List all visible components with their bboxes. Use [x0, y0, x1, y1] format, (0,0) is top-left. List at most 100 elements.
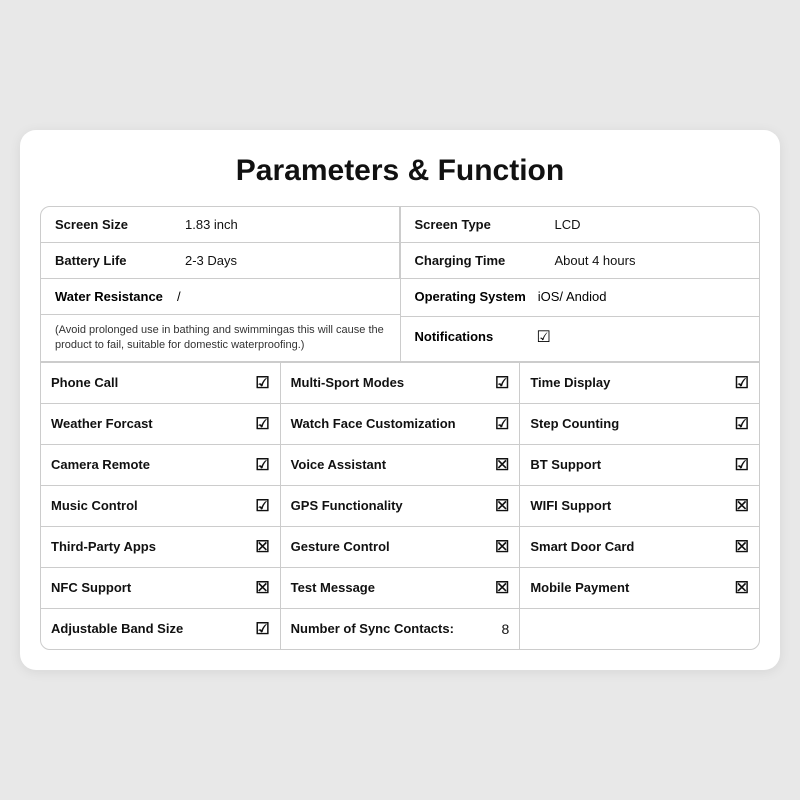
feat-check-5-1: ☒: [495, 578, 509, 598]
feat-check-3-0: ☑: [255, 496, 269, 516]
feature-cell-6-0: Adjustable Band Size ☑: [41, 609, 281, 649]
feature-cell-5-0: NFC Support ☒: [41, 568, 281, 608]
os-label: Operating System: [415, 289, 526, 306]
feature-cell-1-2: Step Counting ☑: [520, 404, 759, 444]
feat-check-4-1: ☒: [495, 537, 509, 557]
water-resistance-row: Water Resistance /: [41, 279, 400, 315]
feat-label-0-2: Time Display: [530, 375, 726, 392]
water-resistance-label: Water Resistance: [55, 289, 165, 304]
feat-check-4-2: ☒: [735, 537, 749, 557]
feat-check-5-0: ☒: [255, 578, 269, 598]
feature-cell-0-0: Phone Call ☑: [41, 363, 281, 403]
feat-check-5-2: ☒: [735, 578, 749, 598]
feat-label-0-0: Phone Call: [51, 375, 247, 392]
feat-label-2-0: Camera Remote: [51, 457, 247, 474]
feature-cell-3-0: Music Control ☑: [41, 486, 281, 526]
spec-section: Screen Size 1.83 inch Screen Type LCD Ba…: [41, 207, 759, 364]
feature-row-3: Music Control☑GPS Functionality☒WIFI Sup…: [41, 486, 759, 527]
notifications-row: Notifications ☑: [401, 317, 760, 357]
feature-cell-1-1: Watch Face Customization ☑: [281, 404, 521, 444]
screen-type-label: Screen Type: [401, 207, 541, 242]
params-table: Screen Size 1.83 inch Screen Type LCD Ba…: [40, 206, 760, 651]
screen-size-label: Screen Size: [41, 207, 171, 242]
feature-cell-5-2: Mobile Payment ☒: [520, 568, 759, 608]
right-half-1: Screen Type LCD: [401, 207, 760, 242]
right-half-2: Charging Time About 4 hours: [401, 243, 760, 278]
feat-check-2-1: ☒: [495, 455, 509, 475]
spec-row-3: Water Resistance / (Avoid prolonged use …: [41, 279, 759, 363]
left-half-2: Battery Life 2-3 Days: [41, 243, 401, 278]
feat-label-0-1: Multi-Sport Modes: [291, 375, 487, 392]
screen-type-value: LCD: [541, 207, 760, 242]
feat-check-1-1: ☑: [495, 414, 509, 434]
feat-label-5-1: Test Message: [291, 580, 487, 597]
feat-label-1-1: Watch Face Customization: [291, 416, 487, 433]
feature-row-0: Phone Call☑Multi-Sport Modes☑Time Displa…: [41, 363, 759, 404]
water-resistance-value: /: [177, 289, 181, 304]
feat-label-3-2: WIFI Support: [530, 498, 726, 515]
spec-row-2: Battery Life 2-3 Days Charging Time Abou…: [41, 243, 759, 279]
feat-check-4-0: ☒: [255, 537, 269, 557]
feature-row-5: NFC Support ☒ Test Message ☒ Mobile Payment ☒: [41, 568, 759, 609]
screen-size-value: 1.83 inch: [171, 207, 400, 242]
feature-cell-6-1: Number of Sync Contacts: 8: [281, 609, 521, 649]
feat-check-2-0: ☑: [255, 455, 269, 475]
notifications-check: ☑: [537, 327, 551, 347]
feat-check-1-2: ☑: [735, 414, 749, 434]
feature-cell-3-2: WIFI Support ☒: [520, 486, 759, 526]
feature-cell-4-2: Smart Door Card ☒: [520, 527, 759, 567]
feature-cell-4-0: Third-Party Apps ☒: [41, 527, 281, 567]
feat-label-6-0: Adjustable Band Size: [51, 621, 247, 638]
feat-label-1-2: Step Counting: [530, 416, 726, 433]
feature-cell-6-2: [520, 609, 759, 649]
feature-row-6: Adjustable Band Size ☑ Number of Sync Cont…: [41, 609, 759, 649]
main-card: Parameters & Function Screen Size 1.83 i…: [20, 130, 780, 671]
battery-life-label: Battery Life: [41, 243, 171, 278]
feat-label-4-2: Smart Door Card: [530, 539, 726, 556]
feature-cell-0-2: Time Display ☑: [520, 363, 759, 403]
feature-cell-4-1: Gesture Control ☒: [281, 527, 521, 567]
battery-life-value: 2-3 Days: [171, 243, 400, 278]
feature-row-4: Third-Party Apps☒Gesture Control☒Smart D…: [41, 527, 759, 568]
os-row: Operating System iOS/ Andiod: [401, 279, 760, 317]
feature-cell-2-0: Camera Remote ☑: [41, 445, 281, 485]
feat-label-4-0: Third-Party Apps: [51, 539, 247, 556]
feat-label-5-2: Mobile Payment: [530, 580, 726, 597]
feat-label-2-2: BT Support: [530, 457, 726, 474]
page-title: Parameters & Function: [40, 154, 760, 188]
feature-section: Phone Call☑Multi-Sport Modes☑Time Displa…: [41, 363, 759, 649]
feat-check-2-2: ☑: [735, 455, 749, 475]
feat-check-3-1: ☒: [495, 496, 509, 516]
feature-cell-3-1: GPS Functionality ☒: [281, 486, 521, 526]
feat-label-3-1: GPS Functionality: [291, 498, 487, 515]
feat-check-6-0: ☑: [255, 619, 269, 639]
feat-check-0-0: ☑: [255, 373, 269, 393]
feature-row-2: Camera Remote ☑ Voice Assistant ☒ BT Support…: [41, 445, 759, 486]
charging-time-value: About 4 hours: [541, 243, 760, 278]
feat-label-1-0: Weather Forcast: [51, 416, 247, 433]
feature-cell-1-0: Weather Forcast ☑: [41, 404, 281, 444]
spec-row-1: Screen Size 1.83 inch Screen Type LCD: [41, 207, 759, 243]
feature-cell-2-2: BT Support ☑: [520, 445, 759, 485]
feat-label-5-0: NFC Support: [51, 580, 247, 597]
left-half-1: Screen Size 1.83 inch: [41, 207, 401, 242]
feat-check-3-2: ☒: [735, 496, 749, 516]
feat-label-6-1: Number of Sync Contacts:: [291, 621, 494, 638]
feature-cell-5-1: Test Message ☒: [281, 568, 521, 608]
feat-label-2-1: Voice Assistant: [291, 457, 487, 474]
right-tall-3: Operating System iOS/ Andiod Notificatio…: [401, 279, 760, 362]
os-value: iOS/ Andiod: [538, 289, 607, 304]
feature-row-1: Weather Forcast☑Watch Face Customization…: [41, 404, 759, 445]
charging-time-label: Charging Time: [401, 243, 541, 278]
feat-label-3-0: Music Control: [51, 498, 247, 515]
notifications-label: Notifications: [415, 329, 525, 344]
feat-check-0-1: ☑: [495, 373, 509, 393]
feature-cell-2-1: Voice Assistant ☒: [281, 445, 521, 485]
feat-check-0-2: ☑: [735, 373, 749, 393]
feature-cell-0-1: Multi-Sport Modes ☑: [281, 363, 521, 403]
left-tall-3: Water Resistance / (Avoid prolonged use …: [41, 279, 401, 362]
feat-label-4-1: Gesture Control: [291, 539, 487, 556]
feat-check-6-1: 8: [502, 621, 510, 637]
feat-check-1-0: ☑: [255, 414, 269, 434]
water-resistance-note: (Avoid prolonged use in bathing and swim…: [41, 315, 400, 362]
